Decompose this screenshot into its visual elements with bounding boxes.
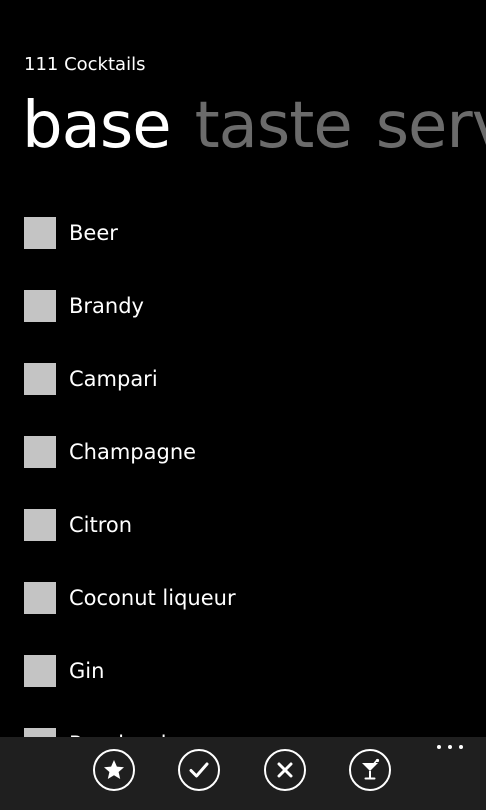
close-icon (277, 762, 293, 778)
tab-taste[interactable]: taste (195, 88, 353, 164)
favorites-button[interactable] (93, 749, 135, 791)
list-item-label: Brandy (69, 294, 144, 318)
clear-selection-button[interactable] (264, 749, 306, 791)
star-icon (104, 760, 124, 779)
list-item-label: Campari (69, 367, 158, 391)
checkbox[interactable] (24, 290, 56, 322)
checkbox[interactable] (24, 509, 56, 541)
list-item-label: Citron (69, 513, 133, 537)
ellipsis-icon[interactable] (437, 741, 463, 753)
list-item[interactable]: Beer (24, 217, 486, 290)
list-item[interactable]: Campari (24, 363, 486, 436)
base-ingredient-list[interactable]: Beer Brandy Campari Champagne Citron Coc… (24, 217, 486, 737)
pivot-header: base taste serv (22, 88, 486, 168)
list-item-label: Beer (69, 221, 118, 245)
select-all-button[interactable] (178, 749, 220, 791)
list-item[interactable]: Peach schnapps (24, 728, 486, 737)
list-item[interactable]: Citron (24, 509, 486, 582)
check-icon (189, 762, 209, 778)
list-item[interactable]: Champagne (24, 436, 486, 509)
list-item-label: Gin (69, 659, 105, 683)
cocktail-glass-icon (362, 758, 380, 780)
list-item[interactable]: Gin (24, 655, 486, 728)
tab-base[interactable]: base (22, 88, 172, 164)
app-bar (0, 737, 486, 810)
list-item-label: Coconut liqueur (69, 586, 236, 610)
list-item-label: Peach schnapps (69, 729, 238, 737)
tab-serving[interactable]: serv (376, 88, 486, 164)
list-item[interactable]: Brandy (24, 290, 486, 363)
show-cocktails-button[interactable] (349, 749, 391, 791)
checkbox[interactable] (24, 655, 56, 687)
checkbox[interactable] (24, 728, 56, 737)
checkbox[interactable] (24, 217, 56, 249)
checkbox[interactable] (24, 436, 56, 468)
list-item[interactable]: Coconut liqueur (24, 582, 486, 655)
list-item-label: Champagne (69, 440, 197, 464)
app-title: 111 Cocktails (24, 54, 146, 75)
checkbox[interactable] (24, 582, 56, 614)
checkbox[interactable] (24, 363, 56, 395)
